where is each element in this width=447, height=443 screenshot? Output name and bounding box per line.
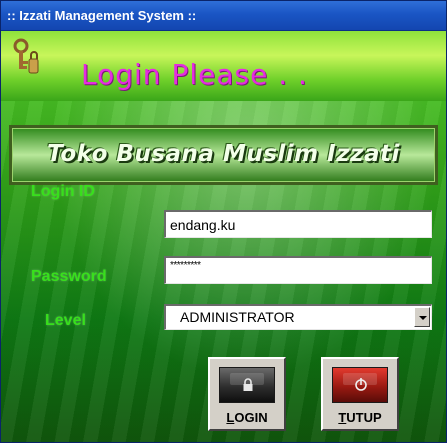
- level-value: ADMINISTRATOR: [180, 309, 295, 325]
- level-label: Level: [45, 312, 86, 329]
- power-icon: [332, 367, 388, 403]
- header-band: Login Please . .: [1, 31, 446, 101]
- login-id-label: Login ID: [31, 183, 95, 200]
- password-value: *********: [170, 260, 201, 271]
- store-banner: Toko Busana Muslim Izzati: [9, 125, 438, 185]
- login-button[interactable]: LOGIN: [208, 357, 286, 431]
- window-title: :: Izzati Management System ::: [7, 8, 197, 23]
- exit-button-label: TUTUP: [338, 410, 382, 425]
- login-button-label: LOGIN: [226, 410, 268, 425]
- password-input[interactable]: *********: [164, 256, 432, 284]
- login-heading: Login Please . .: [81, 58, 308, 91]
- store-banner-text: Toko Busana Muslim Izzati: [47, 141, 400, 167]
- login-panel: Login Please . . Toko Busana Muslim Izza…: [1, 31, 446, 442]
- login-window: :: Izzati Management System :: Login Ple…: [0, 0, 447, 443]
- chevron-down-icon[interactable]: [414, 307, 430, 327]
- title-bar[interactable]: :: Izzati Management System ::: [1, 1, 446, 31]
- login-id-value: endang.ku: [170, 217, 236, 233]
- level-select[interactable]: ADMINISTRATOR: [164, 304, 432, 330]
- lock-icon: [219, 367, 275, 403]
- keys-lock-icon: [13, 38, 39, 74]
- login-id-input[interactable]: endang.ku: [164, 210, 432, 238]
- exit-button[interactable]: TUTUP: [321, 357, 399, 431]
- password-label: Password: [31, 268, 107, 285]
